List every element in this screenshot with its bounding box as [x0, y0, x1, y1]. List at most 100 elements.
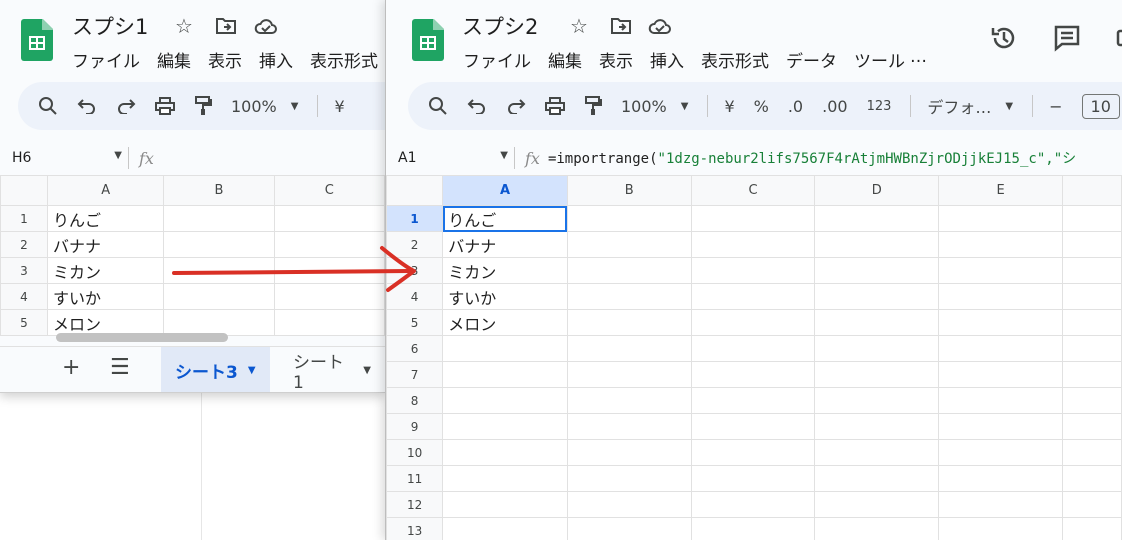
- column-header-a[interactable]: A: [442, 175, 568, 206]
- cell[interactable]: [938, 439, 1063, 466]
- cell[interactable]: [163, 205, 275, 232]
- column-header-a[interactable]: A: [46, 175, 165, 206]
- redo-icon[interactable]: [116, 98, 136, 114]
- cell[interactable]: バナナ: [46, 231, 165, 258]
- cell[interactable]: すいか: [442, 283, 568, 310]
- sheet-tab[interactable]: シート1 ▼: [279, 347, 385, 392]
- name-box[interactable]: H6 ▼: [0, 150, 128, 166]
- number-format-button[interactable]: 123: [867, 99, 892, 114]
- menu-format[interactable]: 表示形式: [310, 47, 378, 72]
- cell[interactable]: [814, 309, 940, 336]
- cell[interactable]: [566, 491, 692, 518]
- cell[interactable]: [1061, 361, 1122, 388]
- menu-edit[interactable]: 編集: [548, 47, 582, 72]
- cell[interactable]: [690, 361, 816, 388]
- cell[interactable]: メロン: [442, 309, 568, 336]
- cell[interactable]: [566, 439, 692, 466]
- font-size-decrease-button[interactable]: −: [1049, 97, 1062, 116]
- percent-format-button[interactable]: %: [754, 97, 769, 116]
- row-header[interactable]: 10: [386, 439, 444, 466]
- cell[interactable]: バナナ: [442, 231, 568, 258]
- cell[interactable]: [814, 335, 940, 362]
- formula-input[interactable]: =importrange("1dzg-nebur2lifs7567F4rAtjm…: [548, 148, 1076, 168]
- cell[interactable]: [690, 387, 816, 414]
- zoom-select[interactable]: 100% ▼: [621, 97, 688, 116]
- sheets-logo-icon[interactable]: [412, 19, 444, 61]
- menu-file[interactable]: ファイル: [463, 47, 531, 72]
- row-header[interactable]: 3: [0, 257, 48, 284]
- menu-insert[interactable]: 挿入: [259, 47, 293, 72]
- row-header[interactable]: 5: [386, 309, 444, 336]
- cell[interactable]: [814, 413, 940, 440]
- cell[interactable]: [690, 283, 816, 310]
- cell[interactable]: [273, 309, 385, 336]
- cell[interactable]: [1061, 335, 1122, 362]
- menu-view[interactable]: 表示: [208, 47, 242, 72]
- print-icon[interactable]: [545, 97, 565, 115]
- cell[interactable]: [938, 517, 1063, 540]
- cell[interactable]: [273, 205, 385, 232]
- cell[interactable]: [938, 387, 1063, 414]
- horizontal-scrollbar[interactable]: [56, 333, 228, 342]
- history-icon[interactable]: [990, 24, 1018, 58]
- cell[interactable]: ミカン: [442, 257, 568, 284]
- select-all-corner[interactable]: [386, 175, 444, 206]
- select-all-corner[interactable]: [0, 175, 48, 206]
- cell[interactable]: [163, 309, 275, 336]
- row-header[interactable]: 8: [386, 387, 444, 414]
- increase-decimal-button[interactable]: .00: [822, 97, 847, 116]
- cell[interactable]: [1061, 257, 1122, 284]
- cell[interactable]: [938, 491, 1063, 518]
- video-call-icon[interactable]: [1116, 24, 1122, 58]
- row-header[interactable]: 12: [386, 491, 444, 518]
- cell[interactable]: [442, 361, 568, 388]
- cell[interactable]: [566, 231, 692, 258]
- zoom-select[interactable]: 100% ▼: [231, 97, 298, 116]
- cell[interactable]: [938, 257, 1063, 284]
- cell[interactable]: [442, 387, 568, 414]
- cell[interactable]: [566, 387, 692, 414]
- currency-format-button[interactable]: ¥: [334, 97, 344, 116]
- cell[interactable]: [566, 413, 692, 440]
- cell[interactable]: [1061, 491, 1122, 518]
- cell[interactable]: [566, 257, 692, 284]
- cell[interactable]: [814, 491, 940, 518]
- cell[interactable]: [1061, 205, 1122, 232]
- cell[interactable]: [938, 335, 1063, 362]
- row-header[interactable]: 5: [0, 309, 48, 336]
- cell[interactable]: [1061, 231, 1122, 258]
- row-header[interactable]: 1: [0, 205, 48, 232]
- comment-icon[interactable]: [1053, 24, 1081, 58]
- doc-title[interactable]: スプシ1: [72, 11, 148, 41]
- cell[interactable]: [938, 309, 1063, 336]
- doc-title[interactable]: スプシ2: [462, 11, 538, 41]
- menu-format[interactable]: 表示形式: [701, 47, 769, 72]
- cell[interactable]: [814, 205, 940, 232]
- column-header-c[interactable]: C: [690, 175, 816, 206]
- cell[interactable]: [814, 231, 940, 258]
- row-header[interactable]: 6: [386, 335, 444, 362]
- cell[interactable]: [690, 517, 816, 540]
- cell[interactable]: [938, 231, 1063, 258]
- cloud-saved-icon[interactable]: [648, 16, 672, 39]
- row-header[interactable]: 7: [386, 361, 444, 388]
- column-header-c[interactable]: C: [273, 175, 385, 206]
- column-header-d[interactable]: D: [814, 175, 940, 206]
- cell[interactable]: [1061, 387, 1122, 414]
- cell[interactable]: [938, 465, 1063, 492]
- cell[interactable]: [690, 205, 816, 232]
- cell[interactable]: [690, 491, 816, 518]
- cell[interactable]: [566, 465, 692, 492]
- cell[interactable]: [1061, 439, 1122, 466]
- active-cell[interactable]: りんご: [442, 205, 568, 232]
- menu-tools[interactable]: ツール: [854, 47, 905, 72]
- cell[interactable]: [690, 309, 816, 336]
- cell[interactable]: [690, 231, 816, 258]
- paint-format-icon[interactable]: [584, 96, 602, 116]
- menu-data[interactable]: データ: [786, 47, 837, 72]
- sheet-tab-active[interactable]: シート3 ▼: [161, 347, 270, 392]
- cell[interactable]: [938, 361, 1063, 388]
- cell[interactable]: [814, 517, 940, 540]
- column-header-e[interactable]: E: [938, 175, 1063, 206]
- cell[interactable]: [1061, 413, 1122, 440]
